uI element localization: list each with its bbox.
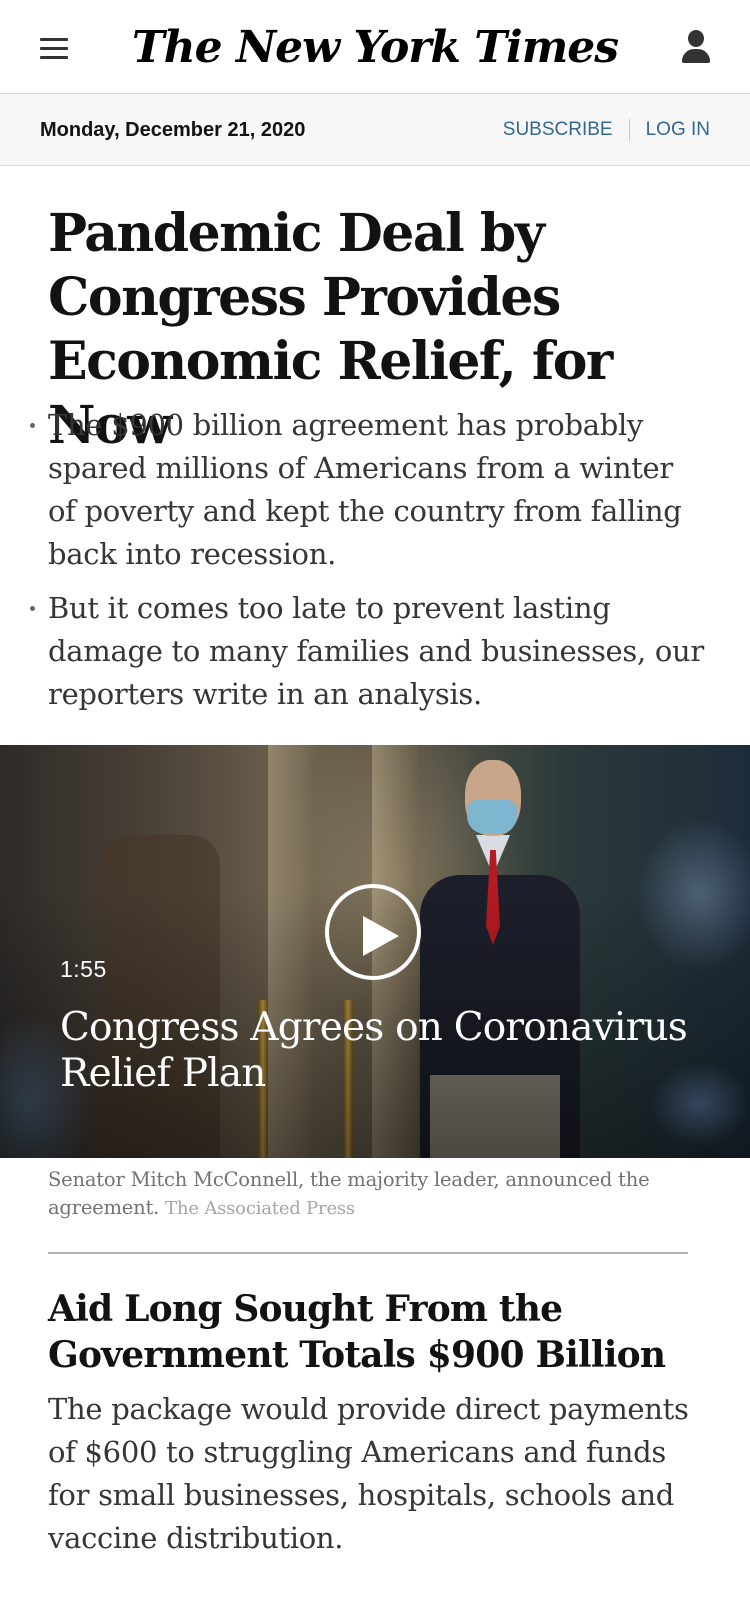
- second-story-summary: The package would provide direct payment…: [48, 1392, 689, 1555]
- play-button[interactable]: [325, 884, 421, 980]
- lead-story-summary: The $900 billion agreement has probably …: [30, 404, 708, 727]
- video-player[interactable]: 1:55 Congress Agrees on Coronavirus Reli…: [0, 745, 750, 1158]
- summary-bullet-text: The $900 billion agreement has probably …: [48, 408, 682, 571]
- summary-bullet: But it comes too late to prevent lasting…: [30, 587, 708, 716]
- login-link[interactable]: LOG IN: [646, 118, 710, 142]
- user-account-icon[interactable]: [680, 30, 712, 66]
- video-title[interactable]: Congress Agrees on Coronavirus Relief Pl…: [60, 1005, 700, 1097]
- video-duration: 1:55: [60, 956, 107, 982]
- auth-separator: [628, 119, 630, 141]
- date-bar: Monday, December 21, 2020 SUBSCRIBE LOG …: [0, 94, 750, 166]
- story-divider: [48, 1252, 688, 1254]
- current-date: Monday, December 21, 2020: [40, 119, 306, 141]
- bullet-dot-icon: [30, 423, 35, 428]
- top-bar: The New York Times: [0, 0, 750, 94]
- summary-bullet: The $900 billion agreement has probably …: [30, 404, 708, 576]
- summary-bullet-text: But it comes too late to prevent lasting…: [48, 591, 704, 711]
- bullet-dot-icon: [30, 606, 35, 611]
- second-story-headline[interactable]: Aid Long Sought From the Government Tota…: [48, 1286, 708, 1378]
- play-icon: [363, 916, 399, 956]
- subscribe-link[interactable]: SUBSCRIBE: [503, 118, 613, 142]
- site-logo[interactable]: The New York Times: [0, 20, 750, 76]
- photo-credit: The Associated Press: [165, 1198, 355, 1219]
- video-caption: Senator Mitch McConnell, the majority le…: [48, 1166, 698, 1223]
- auth-links: SUBSCRIBE LOG IN: [503, 118, 710, 142]
